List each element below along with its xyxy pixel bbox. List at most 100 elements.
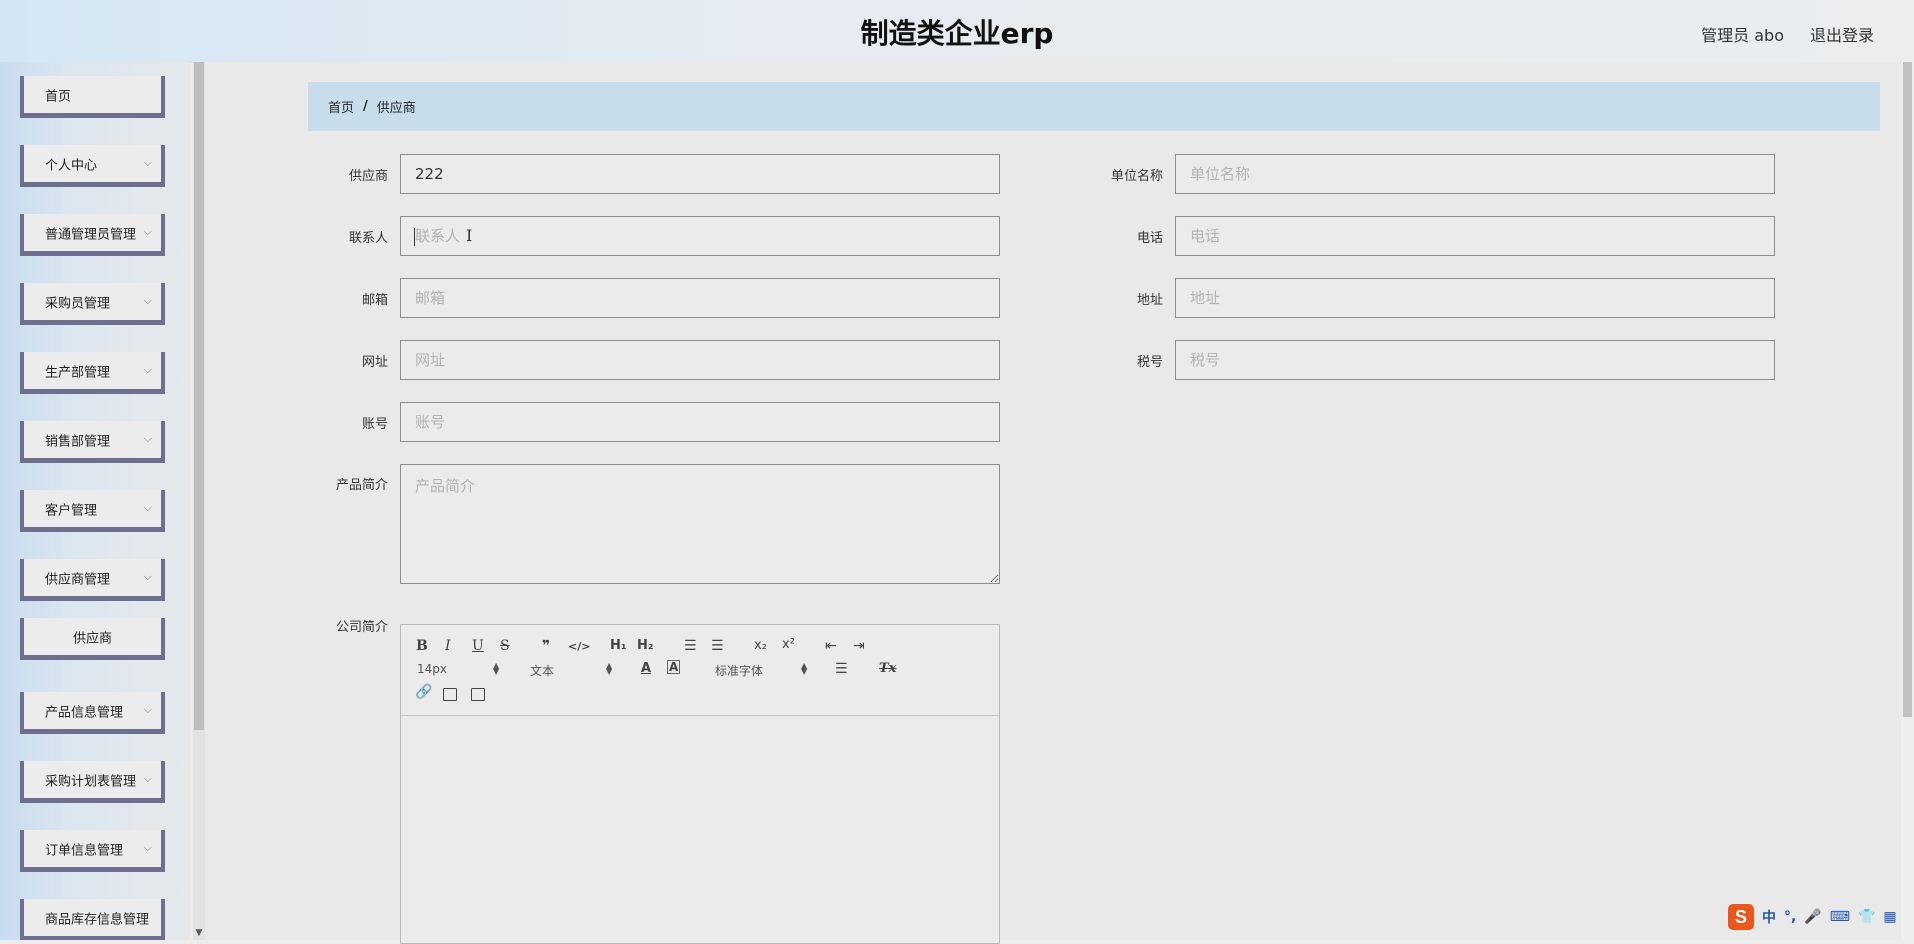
- sidebar-item[interactable]: 商品库存信息管理: [20, 899, 165, 940]
- email-label: 邮箱: [361, 293, 388, 308]
- ordered-list-button[interactable]: ☰: [684, 637, 697, 655]
- address-input[interactable]: [1175, 278, 1775, 318]
- address-label: 地址: [1136, 293, 1163, 308]
- sidebar-item-label: 供应商管理: [45, 572, 111, 587]
- sidebar-item-label: 供应商: [72, 631, 112, 646]
- text-cursor: [414, 228, 415, 246]
- sidebar-item[interactable]: 普通管理员管理 ⌵: [20, 214, 165, 256]
- indent-button[interactable]: ⇥: [853, 637, 865, 655]
- sidebar-item[interactable]: 订单信息管理 ⌵: [20, 830, 165, 872]
- ime-punct-toggle[interactable]: °,: [1784, 909, 1796, 925]
- text-style-select[interactable]: 文本 ▲ ▼: [530, 662, 615, 679]
- breadcrumb-current: 供应商: [376, 101, 416, 116]
- select-arrows-icon: ▲ ▼: [606, 661, 613, 676]
- h2-button[interactable]: H₂: [637, 637, 654, 655]
- skin-icon[interactable]: 👕: [1858, 909, 1875, 925]
- supplier-label: 供应商: [348, 169, 388, 184]
- sidebar-item-label: 采购员管理: [45, 296, 111, 311]
- company-name-label: 单位名称: [1110, 169, 1163, 184]
- page-scrollbar[interactable]: [1901, 62, 1914, 940]
- image-icon[interactable]: [443, 688, 457, 701]
- phone-label: 电话: [1136, 231, 1163, 246]
- link-icon[interactable]: 🔗: [415, 683, 432, 701]
- sidebar-scroll-thumb[interactable]: [194, 62, 204, 730]
- font-size-value: 14px: [417, 662, 447, 676]
- sidebar-menu: 首页 个人中心 ⌵ 普通管理员管理 ⌵ 采购员管理 ⌵ 生产部管理 ⌵ 销售部管理 ⌵ 客户管理 ⌵ 供应…: [0, 62, 190, 940]
- keyboard-icon[interactable]: ⌨: [1830, 909, 1850, 925]
- subscript-button[interactable]: x₂: [754, 637, 767, 655]
- font-family-value: 标准字体: [715, 664, 764, 678]
- company-intro-editor: B I U S ❞ </> H₁ H₂ ☰ ☰ x₂ x² ⇤ ⇥ 14px ▲…: [400, 624, 1000, 944]
- text-color-button[interactable]: A: [641, 660, 651, 678]
- top-header: 制造类企业erp 管理员 abo 退出登录: [0, 0, 1914, 63]
- chevron-down-icon: ⌵: [143, 293, 152, 307]
- underline-button[interactable]: U: [472, 637, 484, 655]
- mic-icon[interactable]: 🎤: [1804, 909, 1821, 925]
- blockquote-button[interactable]: ❞: [542, 637, 550, 655]
- superscript-button[interactable]: x²: [782, 636, 795, 654]
- editor-toolbar: B I U S ❞ </> H₁ H₂ ☰ ☰ x₂ x² ⇤ ⇥ 14px ▲…: [401, 625, 999, 716]
- breadcrumb-separator: /: [363, 99, 368, 114]
- sidebar-item-label: 个人中心: [45, 158, 98, 173]
- bullet-list-button[interactable]: ☰: [711, 637, 724, 655]
- outdent-button[interactable]: ⇤: [825, 637, 837, 655]
- chevron-down-icon: ⌵: [143, 362, 152, 376]
- font-size-select[interactable]: 14px ▲ ▼: [417, 662, 502, 677]
- sidebar-item-label: 客户管理: [45, 503, 98, 518]
- font-family-select[interactable]: 标准字体 ▲ ▼: [715, 662, 810, 679]
- tax-id-label: 税号: [1136, 355, 1163, 370]
- sidebar-item[interactable]: 采购计划表管理 ⌵: [20, 761, 165, 803]
- italic-button[interactable]: I: [445, 637, 451, 655]
- strike-button[interactable]: S: [500, 637, 510, 655]
- current-user: 管理员 abo: [1701, 26, 1784, 45]
- product-intro-textarea[interactable]: [400, 464, 1000, 584]
- sidebar-item[interactable]: 产品信息管理 ⌵: [20, 692, 165, 734]
- grid-menu-icon[interactable]: ▦: [1883, 909, 1896, 925]
- ibeam-cursor-icon: I: [466, 226, 473, 245]
- chevron-down-icon: ⌵: [143, 702, 152, 716]
- app-title: 制造类企业erp: [860, 17, 1054, 50]
- sidebar-scrollbar[interactable]: ▼: [193, 62, 205, 940]
- contact-label: 联系人: [348, 231, 388, 246]
- chevron-down-icon: ⌵: [143, 155, 152, 169]
- email-input[interactable]: [400, 278, 1000, 318]
- sidebar-item-label: 产品信息管理: [45, 705, 124, 720]
- sidebar-item[interactable]: 个人中心 ⌵: [20, 145, 165, 187]
- ime-lang-toggle[interactable]: 中: [1762, 907, 1776, 927]
- sidebar-item[interactable]: 采购员管理 ⌵: [20, 283, 165, 325]
- phone-input[interactable]: [1175, 216, 1775, 256]
- sidebar-item[interactable]: 首页: [20, 76, 165, 118]
- contact-input[interactable]: [400, 216, 1000, 256]
- align-button[interactable]: ☰: [835, 660, 848, 678]
- background-color-button[interactable]: A: [667, 660, 681, 674]
- logout-link[interactable]: 退出登录: [1810, 22, 1874, 46]
- sidebar-item[interactable]: 销售部管理 ⌵: [20, 421, 165, 463]
- chevron-down-icon: ⌵: [143, 224, 152, 238]
- chevron-down-icon: ⌵: [143, 431, 152, 445]
- sidebar-item-label: 生产部管理: [45, 365, 111, 380]
- h1-button[interactable]: H₁: [610, 637, 627, 655]
- sidebar-item[interactable]: 供应商管理 ⌵: [20, 559, 165, 601]
- breadcrumb-home[interactable]: 首页: [328, 97, 354, 116]
- code-block-button[interactable]: </>: [568, 638, 590, 656]
- tax-id-input[interactable]: [1175, 340, 1775, 380]
- video-icon[interactable]: [471, 688, 485, 701]
- sidebar-item[interactable]: 客户管理 ⌵: [20, 490, 165, 532]
- sidebar-item-label: 销售部管理: [45, 434, 111, 449]
- website-input[interactable]: [400, 340, 1000, 380]
- account-input[interactable]: [400, 402, 1000, 442]
- product-intro-label: 产品简介: [335, 478, 388, 493]
- page-scroll-thumb[interactable]: [1903, 62, 1912, 717]
- company-name-input[interactable]: [1175, 154, 1775, 194]
- bold-button[interactable]: B: [416, 637, 428, 655]
- scroll-down-arrow-icon[interactable]: ▼: [193, 928, 205, 938]
- sidebar-item[interactable]: 供应商: [20, 618, 165, 660]
- clear-format-button[interactable]: Tx: [879, 660, 896, 678]
- supplier-input[interactable]: [400, 154, 1000, 194]
- chevron-down-icon: ⌵: [143, 771, 152, 785]
- sidebar-item-label: 普通管理员管理: [45, 227, 137, 242]
- ime-logo[interactable]: S: [1728, 904, 1754, 930]
- sidebar-item[interactable]: 生产部管理 ⌵: [20, 352, 165, 394]
- editor-content-area[interactable]: [401, 716, 999, 943]
- account-label: 账号: [361, 417, 388, 432]
